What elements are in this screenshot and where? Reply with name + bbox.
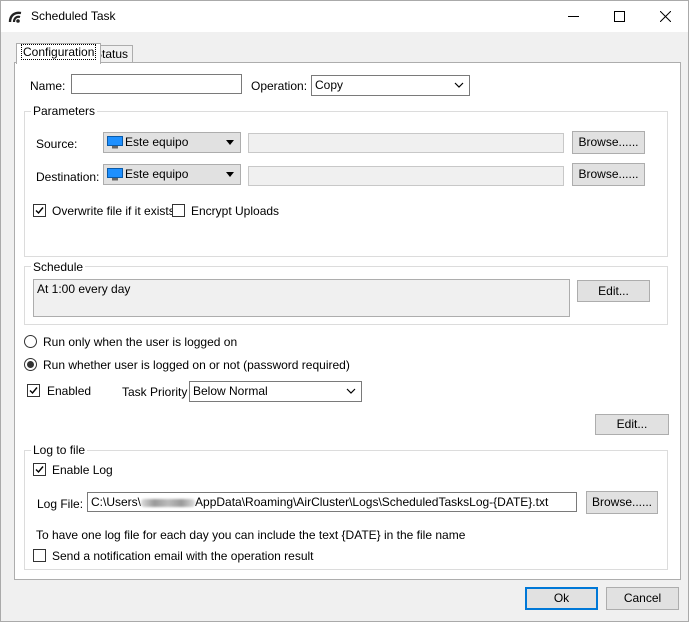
overwrite-checkbox[interactable] — [33, 204, 46, 217]
chevron-down-icon — [226, 140, 234, 145]
log-file-suffix: AppData\Roaming\AirCluster\Logs\Schedule… — [195, 495, 549, 509]
operation-label: Operation: — [251, 79, 308, 93]
chevron-down-icon — [346, 388, 356, 394]
destination-location-select[interactable]: Este equipo — [103, 164, 241, 185]
checkmark-icon — [29, 387, 38, 395]
log-file-prefix: C:\Users\ — [91, 495, 142, 509]
operation-value: Copy — [315, 78, 344, 92]
close-button[interactable] — [642, 1, 688, 32]
chevron-down-icon — [454, 82, 464, 88]
computer-icon — [107, 168, 123, 181]
close-icon — [659, 11, 671, 22]
checkmark-icon — [35, 466, 44, 474]
encrypt-checkbox[interactable] — [172, 204, 185, 217]
log-file-input[interactable]: C:\Users\ AppData\Roaming\AirCluster\Logs… — [87, 492, 577, 512]
scheduled-task-window: Scheduled Task Configuration Status Name… — [0, 0, 689, 622]
destination-path-input[interactable] — [248, 166, 564, 186]
window-title: Scheduled Task — [31, 9, 116, 23]
destination-label: Destination: — [36, 170, 100, 184]
run-logged-on-radio[interactable] — [24, 335, 37, 348]
task-priority-value: Below Normal — [193, 384, 268, 398]
minimize-button[interactable] — [550, 1, 596, 32]
computer-icon — [107, 136, 123, 149]
task-priority-select[interactable]: Below Normal — [189, 381, 362, 402]
run-whether-radio[interactable] — [24, 358, 37, 371]
credentials-edit-button[interactable]: Edit... — [595, 414, 669, 435]
schedule-title: Schedule — [31, 260, 86, 274]
log-file-label: Log File: — [37, 497, 84, 511]
tab-configuration[interactable]: Configuration — [16, 43, 102, 64]
run-logged-on-label: Run only when the user is logged on — [43, 335, 238, 349]
ok-button[interactable]: Ok — [525, 587, 598, 610]
source-label: Source: — [36, 137, 78, 151]
source-location-value: Este equipo — [125, 135, 189, 149]
encrypt-label: Encrypt Uploads — [191, 204, 280, 218]
schedule-description: At 1:00 every day — [33, 279, 570, 317]
redacted-username — [141, 498, 196, 507]
log-title: Log to file — [31, 443, 88, 457]
chevron-down-icon — [226, 172, 234, 177]
parameters-title: Parameters — [31, 104, 98, 118]
name-label: Name: — [30, 79, 66, 93]
cancel-button[interactable]: Cancel — [606, 587, 679, 610]
notify-checkbox[interactable] — [33, 549, 46, 562]
configuration-panel: Name: Operation: Copy Parameters Source:… — [14, 62, 681, 580]
source-browse-button[interactable]: Browse...... — [572, 131, 645, 154]
log-hint-text: To have one log file for each day you ca… — [36, 528, 466, 542]
minimize-icon — [567, 16, 579, 17]
enabled-checkbox[interactable] — [27, 384, 40, 397]
destination-location-value: Este equipo — [125, 167, 189, 181]
source-location-select[interactable]: Este equipo — [103, 132, 241, 153]
schedule-edit-button[interactable]: Edit... — [577, 280, 650, 302]
maximize-icon — [613, 11, 625, 22]
enable-log-label: Enable Log — [52, 463, 113, 477]
operation-select[interactable]: Copy — [311, 75, 470, 96]
run-whether-label: Run whether user is logged on or not (pa… — [43, 358, 350, 372]
source-path-input[interactable] — [248, 133, 564, 153]
enabled-label: Enabled — [47, 384, 92, 398]
overwrite-label: Overwrite file if it exists — [52, 204, 175, 218]
app-logo-icon — [8, 11, 22, 23]
checkmark-icon — [35, 207, 44, 215]
task-priority-label: Task Priority — [122, 385, 188, 399]
destination-browse-button[interactable]: Browse...... — [572, 163, 645, 186]
maximize-button[interactable] — [596, 1, 642, 32]
enable-log-checkbox[interactable] — [33, 463, 46, 476]
name-input[interactable] — [71, 74, 242, 94]
notify-label: Send a notification email with the opera… — [52, 549, 314, 563]
log-browse-button[interactable]: Browse...... — [586, 491, 658, 514]
title-bar: Scheduled Task — [1, 1, 688, 32]
tab-configuration-label: Configuration — [21, 44, 97, 60]
